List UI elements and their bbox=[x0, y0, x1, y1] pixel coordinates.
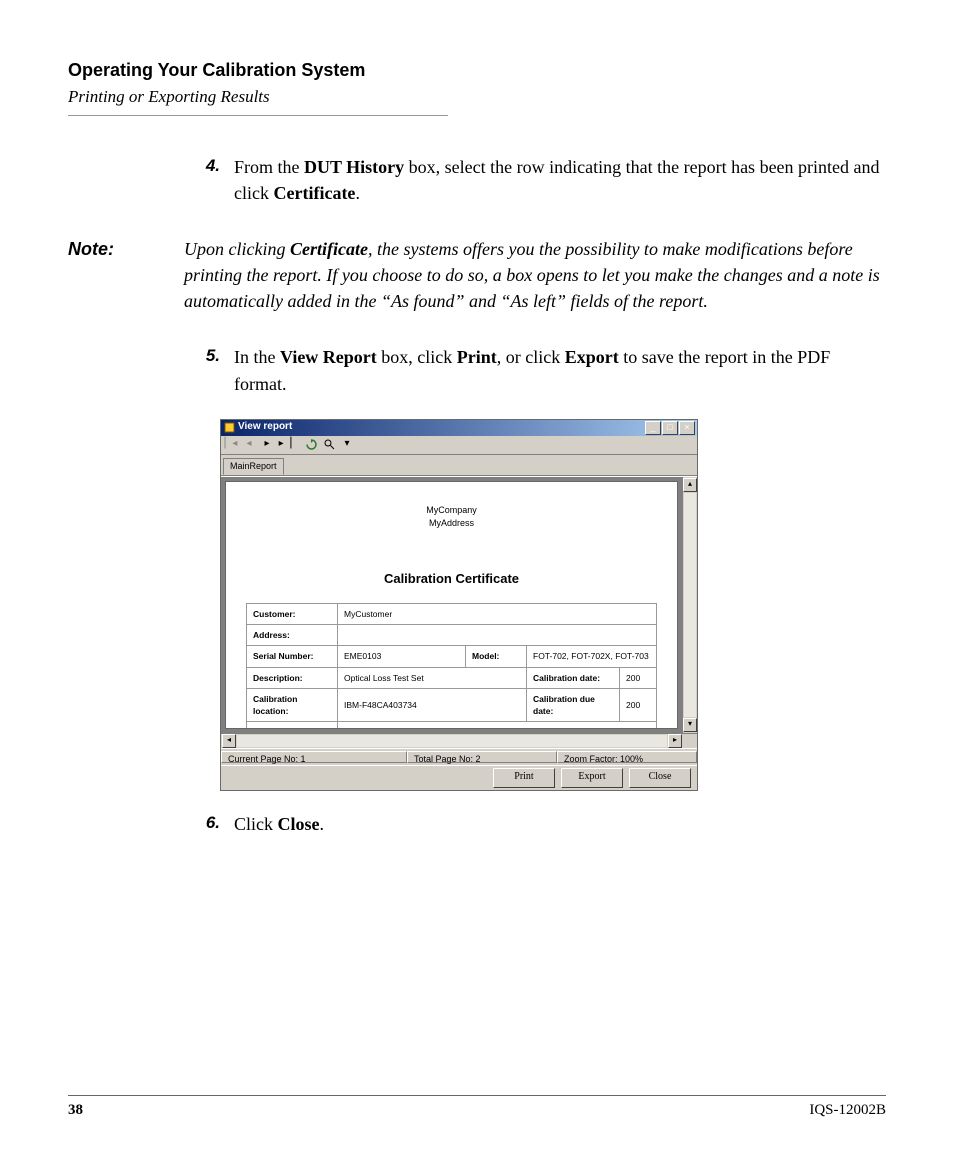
view-report-window: View report _ □ × ▏◂ ◂ ▸ ▸▕ ▾ bbox=[220, 419, 698, 791]
label-description: Description: bbox=[247, 667, 338, 688]
toolbar: ▏◂ ◂ ▸ ▸▕ ▾ bbox=[221, 436, 697, 455]
next-page-icon[interactable]: ▸ bbox=[260, 438, 274, 452]
report-title: Calibration Certificate bbox=[246, 570, 657, 589]
value-cal-date: 200 bbox=[620, 667, 657, 688]
search-icon[interactable] bbox=[322, 438, 336, 452]
step-number: 6. bbox=[186, 811, 234, 837]
label-serial: Serial Number: bbox=[247, 646, 338, 667]
report-table: Customer: MyCustomer Address: Serial Num… bbox=[246, 603, 657, 729]
minimize-button[interactable]: _ bbox=[645, 421, 661, 435]
note: Note: Upon clicking Certificate, the sys… bbox=[68, 236, 886, 314]
last-page-icon[interactable]: ▸▕ bbox=[278, 438, 292, 452]
first-page-icon[interactable]: ▏◂ bbox=[224, 438, 238, 452]
value-serial: EME0103 bbox=[338, 646, 466, 667]
app-icon bbox=[223, 422, 235, 434]
label-comments: Comments: bbox=[247, 722, 338, 729]
maximize-button[interactable]: □ bbox=[662, 421, 678, 435]
label-cal-loc: Calibration location: bbox=[247, 688, 338, 722]
step-6: 6. Click Close. bbox=[186, 811, 886, 837]
report-address: MyAddress bbox=[246, 517, 657, 530]
value-comments: First verification on this device. bbox=[338, 722, 657, 729]
page-footer: 38 IQS-12002B bbox=[68, 1095, 886, 1119]
window-title: View report bbox=[238, 420, 645, 435]
scroll-left-icon[interactable]: ◂ bbox=[222, 734, 236, 748]
value-address bbox=[338, 624, 657, 645]
close-button[interactable]: Close bbox=[629, 768, 691, 788]
step-4: 4. From the DUT History box, select the … bbox=[186, 154, 886, 206]
label-model: Model: bbox=[466, 646, 527, 667]
step-number: 4. bbox=[186, 154, 234, 206]
document-viewport[interactable]: MyCompany MyAddress Calibration Certific… bbox=[221, 477, 682, 733]
step-text: From the DUT History box, select the row… bbox=[234, 154, 886, 206]
close-window-button[interactable]: × bbox=[679, 421, 695, 435]
value-description: Optical Loss Test Set bbox=[338, 667, 527, 688]
value-cal-loc: IBM-F48CA403734 bbox=[338, 688, 527, 722]
note-text: Upon clicking Certificate, the systems o… bbox=[184, 236, 886, 314]
scroll-up-icon[interactable]: ▴ bbox=[683, 478, 697, 492]
scroll-track-h[interactable] bbox=[237, 735, 667, 747]
label-address: Address: bbox=[247, 624, 338, 645]
tab-bar: MainReport bbox=[221, 455, 697, 476]
section-title: Operating Your Calibration System bbox=[68, 60, 886, 81]
status-current-page: Current Page No: 1 bbox=[221, 751, 407, 763]
note-label: Note: bbox=[68, 236, 184, 314]
step-5: 5. In the View Report box, click Print, … bbox=[186, 344, 886, 396]
dropdown-icon[interactable]: ▾ bbox=[340, 438, 354, 452]
report-page: MyCompany MyAddress Calibration Certific… bbox=[225, 481, 678, 729]
print-button[interactable]: Print bbox=[493, 768, 555, 788]
step-text: Click Close. bbox=[234, 811, 886, 837]
step-number: 5. bbox=[186, 344, 234, 396]
export-button[interactable]: Export bbox=[561, 768, 623, 788]
label-customer: Customer: bbox=[247, 603, 338, 624]
status-bar: Current Page No: 1 Total Page No: 2 Zoom… bbox=[221, 748, 697, 765]
scroll-right-icon[interactable]: ▸ bbox=[668, 734, 682, 748]
label-cal-date: Calibration date: bbox=[527, 667, 620, 688]
horizontal-scrollbar[interactable]: ◂ ▸ bbox=[221, 733, 697, 748]
value-model: FOT-702, FOT-702X, FOT-703 bbox=[527, 646, 657, 667]
doc-id: IQS-12002B bbox=[809, 1102, 886, 1119]
value-cal-due: 200 bbox=[620, 688, 657, 722]
tab-main-report[interactable]: MainReport bbox=[223, 458, 284, 475]
label-cal-due: Calibration due date: bbox=[527, 688, 620, 722]
scroll-track[interactable] bbox=[684, 493, 696, 717]
step-text: In the View Report box, click Print, or … bbox=[234, 344, 886, 396]
value-customer: MyCustomer bbox=[338, 603, 657, 624]
prev-page-icon[interactable]: ◂ bbox=[242, 438, 256, 452]
page-number: 38 bbox=[68, 1102, 83, 1119]
vertical-scrollbar[interactable]: ▴ ▾ bbox=[682, 477, 697, 733]
status-total-pages: Total Page No: 2 bbox=[407, 751, 557, 763]
header-rule bbox=[68, 115, 448, 116]
section-subtitle: Printing or Exporting Results bbox=[68, 87, 886, 107]
report-company: MyCompany bbox=[246, 504, 657, 517]
titlebar[interactable]: View report _ □ × bbox=[221, 420, 697, 436]
button-bar: Print Export Close bbox=[221, 765, 697, 790]
scroll-corner bbox=[683, 734, 697, 748]
footer-rule bbox=[68, 1095, 886, 1096]
refresh-icon[interactable] bbox=[304, 438, 318, 452]
status-zoom: Zoom Factor: 100% bbox=[557, 751, 697, 763]
scroll-down-icon[interactable]: ▾ bbox=[683, 718, 697, 732]
